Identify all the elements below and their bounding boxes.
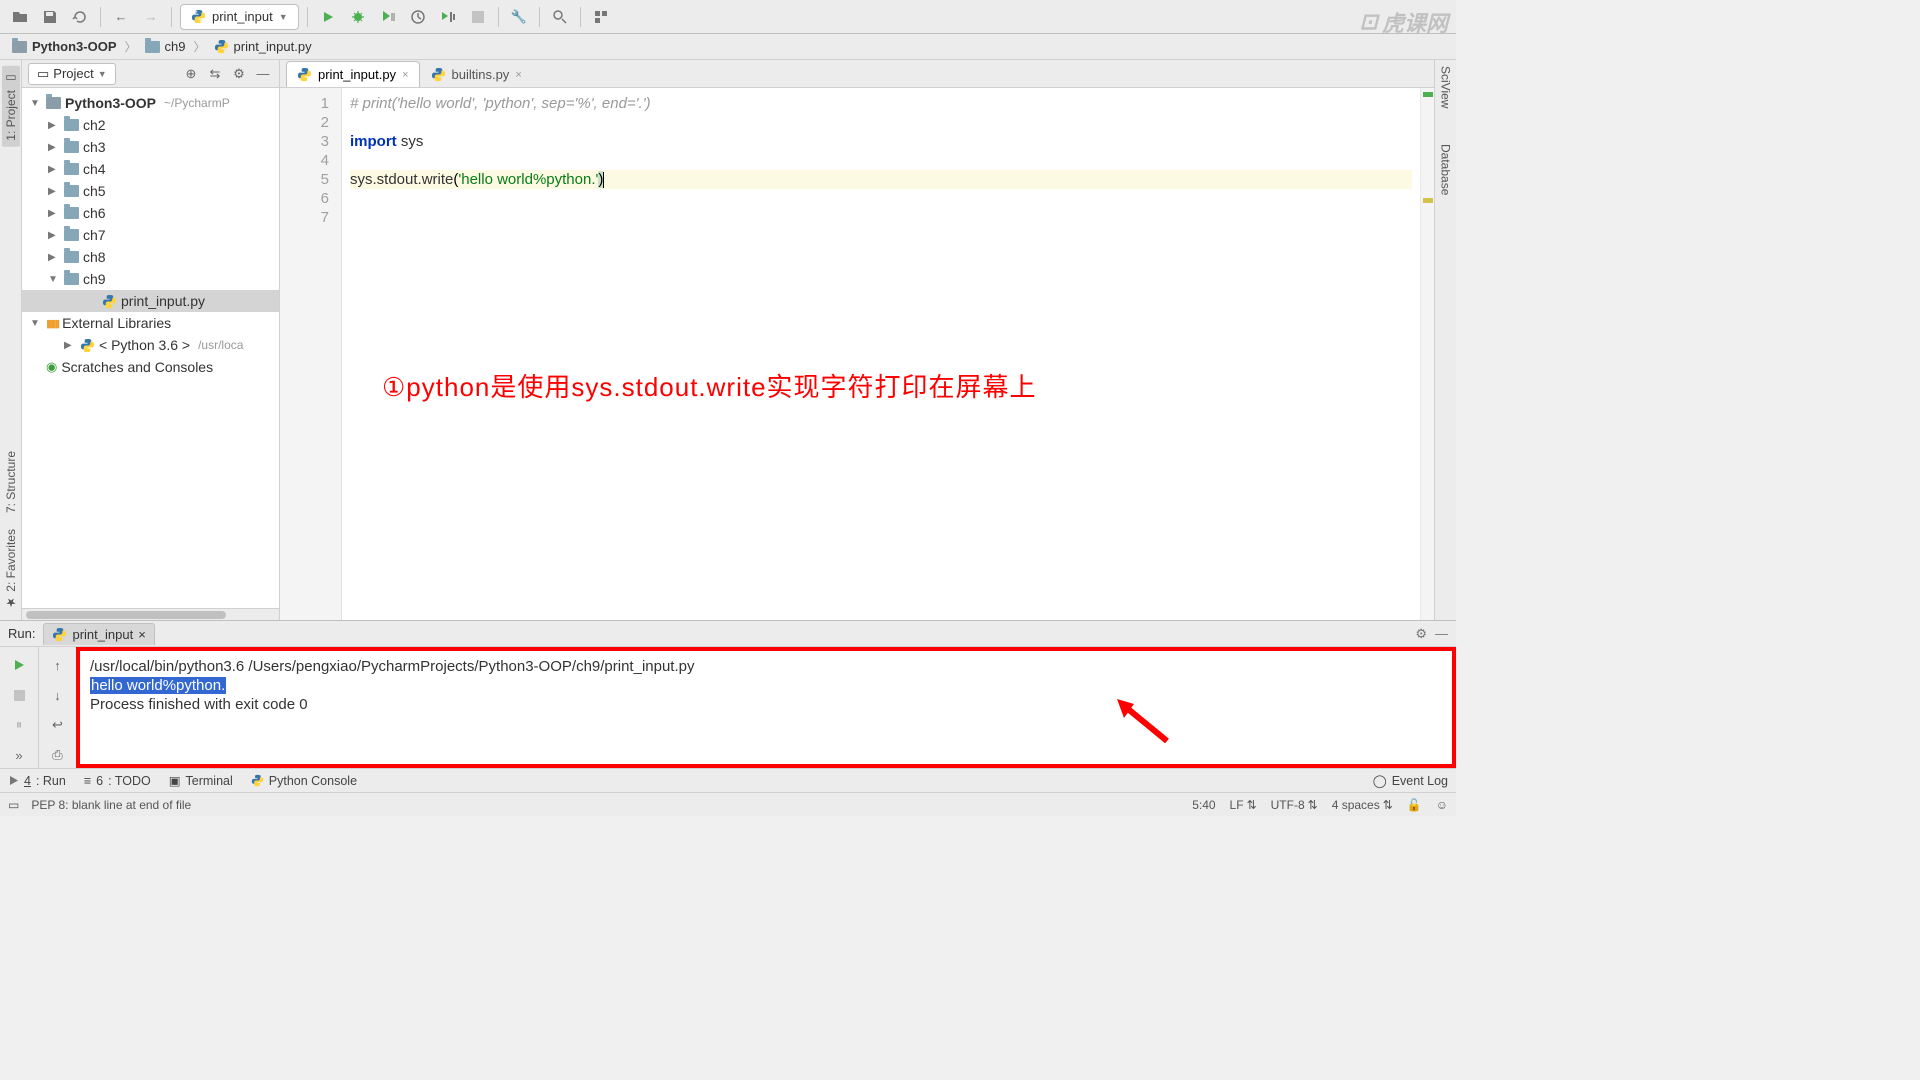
console-line: Process finished with exit code 0: [90, 695, 1442, 714]
sidebar-tab-database[interactable]: Database: [1439, 144, 1453, 195]
arrow-annotation-icon: [1112, 696, 1172, 746]
line-numbers: 1234567: [280, 88, 342, 620]
sidebar-tab-project[interactable]: 1: Project ▭: [2, 66, 20, 147]
tree-python-env[interactable]: ▶< Python 3.6 >/usr/loca: [22, 334, 279, 356]
right-tool-gutter: SciView Database: [1434, 60, 1456, 620]
editor-marker-bar[interactable]: [1420, 88, 1434, 620]
code-comment: # print('hello world', 'python', sep='%'…: [350, 95, 651, 112]
sidebar-tab-sciview[interactable]: SciView: [1439, 66, 1453, 108]
tab-print-input[interactable]: print_input.py×: [286, 61, 420, 87]
editor-area: print_input.py× builtins.py× 1234567 # p…: [280, 60, 1434, 620]
stop-icon[interactable]: [466, 5, 490, 29]
print-icon[interactable]: ⎙: [46, 743, 70, 767]
bottom-tool-tabs: 4: Run ≡ 6: TODO ▣ Terminal Python Conso…: [0, 768, 1456, 792]
breadcrumb-file[interactable]: print_input.py: [210, 37, 316, 56]
tree-root[interactable]: ▼Python3-OOP~/PycharmP: [22, 92, 279, 114]
attach-icon[interactable]: [436, 5, 460, 29]
status-message: PEP 8: blank line at end of file: [31, 798, 191, 812]
bottom-tab-run[interactable]: 4: Run: [8, 774, 66, 788]
hide-icon[interactable]: —: [253, 64, 273, 84]
tree-folder[interactable]: ▶ch2: [22, 114, 279, 136]
wrench-icon[interactable]: 🔧: [507, 5, 531, 29]
lock-icon[interactable]: 🔓: [1407, 798, 1422, 812]
status-bar: ▭ PEP 8: blank line at end of file 5:40 …: [0, 792, 1456, 816]
project-view-selector[interactable]: ▭Project▼: [28, 63, 116, 85]
bottom-tab-pyconsole[interactable]: Python Console: [251, 774, 357, 788]
editor-tabs: print_input.py× builtins.py×: [280, 60, 1434, 88]
wrap-icon[interactable]: ↩: [46, 713, 70, 737]
profile-icon[interactable]: [406, 5, 430, 29]
tree-folder[interactable]: ▼ch9: [22, 268, 279, 290]
forward-icon[interactable]: →: [139, 5, 163, 29]
debug-icon[interactable]: [346, 5, 370, 29]
run-config-label: print_input: [212, 9, 273, 24]
line-separator[interactable]: LF ⇅: [1230, 798, 1257, 812]
target-icon[interactable]: ⊕: [181, 64, 201, 84]
close-icon[interactable]: ×: [138, 627, 146, 642]
sidebar-tab-structure[interactable]: 7: Structure: [4, 451, 18, 513]
run-panel: Run: print_input× ⚙ — ⏸ » ↑ ↓ ↩ ⎙ /usr/l…: [0, 620, 1456, 768]
tree-folder[interactable]: ▶ch8: [22, 246, 279, 268]
search-icon[interactable]: [548, 5, 572, 29]
chevron-down-icon: ▼: [279, 12, 288, 22]
tree-folder[interactable]: ▶ch7: [22, 224, 279, 246]
annotation-overlay: ①python是使用sys.stdout.write实现字符打印在屏幕上: [382, 378, 1037, 397]
down-icon[interactable]: ↓: [46, 683, 70, 707]
pause-icon[interactable]: ⏸: [7, 713, 31, 737]
status-icon: ▭: [8, 798, 19, 812]
hide-icon[interactable]: —: [1435, 626, 1448, 642]
run-tab[interactable]: print_input×: [43, 623, 154, 645]
tree-folder[interactable]: ▶ch4: [22, 158, 279, 180]
bottom-tab-todo[interactable]: ≡ 6: TODO: [84, 774, 151, 788]
stop-icon[interactable]: [7, 683, 31, 707]
cursor-position[interactable]: 5:40: [1192, 798, 1215, 812]
breadcrumb-folder[interactable]: ch9: [141, 37, 190, 56]
main-toolbar: ← → print_input ▼ 🔧: [0, 0, 1456, 34]
reload-icon[interactable]: [68, 5, 92, 29]
up-icon[interactable]: ↑: [46, 653, 70, 677]
breadcrumb: Python3-OOP 〉 ch9 〉 print_input.py: [0, 34, 1456, 60]
chevron-right-icon: 〉: [125, 38, 137, 55]
run-icon[interactable]: [316, 5, 340, 29]
project-panel: ▭Project▼ ⊕ ⇆ ⚙ — ▼Python3-OOP~/PycharmP…: [22, 60, 280, 620]
bottom-tab-eventlog[interactable]: ◯ Event Log: [1373, 773, 1448, 788]
close-icon[interactable]: ×: [402, 69, 408, 81]
run-side-toolbar: ⏸ » ↑ ↓ ↩ ⎙: [0, 647, 76, 768]
structure-toolbar-icon[interactable]: [589, 5, 613, 29]
run-config-selector[interactable]: print_input ▼: [180, 4, 299, 30]
encoding[interactable]: UTF-8 ⇅: [1271, 798, 1318, 812]
save-icon[interactable]: [38, 5, 62, 29]
tree-file-selected[interactable]: print_input.py: [22, 290, 279, 312]
project-tree[interactable]: ▼Python3-OOP~/PycharmP ▶ch2▶ch3▶ch4▶ch5▶…: [22, 88, 279, 608]
console-output-selected: hello world%python.: [90, 677, 226, 694]
chevron-right-icon: 〉: [194, 38, 206, 55]
open-icon[interactable]: [8, 5, 32, 29]
gear-icon[interactable]: ⚙: [229, 64, 249, 84]
rerun-icon[interactable]: [7, 653, 31, 677]
tree-ext-libs[interactable]: ▼▮▮▮External Libraries: [22, 312, 279, 334]
collapse-icon[interactable]: ⇆: [205, 64, 225, 84]
watermark: ⊡ 虎课网: [1360, 6, 1448, 38]
console-line: /usr/local/bin/python3.6 /Users/pengxiao…: [90, 657, 1442, 676]
tree-folder[interactable]: ▶ch3: [22, 136, 279, 158]
run-console[interactable]: /usr/local/bin/python3.6 /Users/pengxiao…: [76, 647, 1456, 768]
back-icon[interactable]: ←: [109, 5, 133, 29]
sidebar-tab-favorites[interactable]: ★ 2: Favorites: [4, 529, 18, 610]
tab-builtins[interactable]: builtins.py×: [420, 61, 533, 87]
indent[interactable]: 4 spaces ⇅: [1332, 798, 1393, 812]
left-tool-gutter: 1: Project ▭ 7: Structure ★ 2: Favorites: [0, 60, 22, 620]
tree-scratches[interactable]: ◉Scratches and Consoles: [22, 356, 279, 378]
breadcrumb-root[interactable]: Python3-OOP: [8, 37, 121, 56]
more-icon[interactable]: »: [7, 743, 31, 767]
code-editor[interactable]: 1234567 # print('hello world', 'python',…: [280, 88, 1434, 620]
bottom-tab-terminal[interactable]: ▣ Terminal: [169, 773, 233, 788]
run-panel-label: Run:: [8, 626, 35, 641]
inspector-icon[interactable]: ☺: [1436, 798, 1448, 812]
tree-folder[interactable]: ▶ch6: [22, 202, 279, 224]
gear-icon[interactable]: ⚙: [1415, 626, 1427, 642]
scrollbar-horizontal[interactable]: [26, 611, 226, 619]
close-icon[interactable]: ×: [515, 69, 521, 81]
run-coverage-icon[interactable]: [376, 5, 400, 29]
tree-folder[interactable]: ▶ch5: [22, 180, 279, 202]
